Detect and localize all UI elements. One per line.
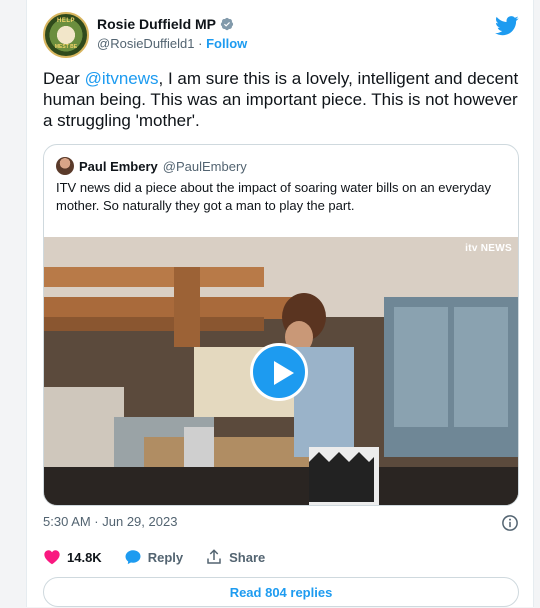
avatar-text-bottom: MEST BE [54, 44, 78, 50]
avatar-text-top: HELP [56, 18, 75, 24]
author-handle-row: @RosieDuffield1 · Follow [97, 36, 247, 51]
read-replies-button[interactable]: Read 804 replies [43, 577, 519, 607]
quoted-author-handle: @PaulEmbery [162, 158, 247, 174]
tweet-meta: 5:30 AM · Jun 29, 2023 [43, 514, 519, 532]
follow-button[interactable]: Follow [206, 36, 247, 51]
share-icon [207, 549, 221, 564]
itv-news-logo: itv NEWS [465, 243, 512, 254]
quoted-tweet[interactable]: Paul Embery @PaulEmbery ITV news did a p… [43, 144, 519, 506]
twitter-bird-icon[interactable] [495, 16, 519, 36]
author-avatar[interactable]: HELP MEST BE [43, 12, 89, 58]
author-handle[interactable]: @RosieDuffield1 [97, 36, 195, 51]
quoted-tweet-text: ITV news did a piece about the impact of… [56, 180, 492, 213]
verified-badge-icon [220, 17, 234, 31]
tweet-text: Dear @itvnews, I am sure this is a lovel… [43, 68, 519, 131]
reply-button[interactable]: Reply [124, 548, 183, 566]
like-count: 14.8K [67, 549, 102, 565]
author-name-row: Rosie Duffield MP [97, 16, 234, 32]
video-player[interactable]: itv NEWS [44, 237, 518, 505]
share-button[interactable]: Share [205, 548, 265, 566]
info-icon[interactable] [501, 514, 519, 532]
share-label: Share [229, 549, 266, 565]
heart-icon [44, 550, 60, 565]
handle-separator: · [198, 36, 203, 51]
tweet-timestamp[interactable]: 5:30 AM · Jun 29, 2023 [43, 514, 177, 529]
play-icon [274, 361, 294, 385]
tweet-text-start: Dear [43, 69, 85, 88]
tweet-card: HELP MEST BE Rosie Duffield MP @RosieDuf… [26, 0, 534, 607]
quoted-tweet-header: Paul Embery @PaulEmbery [56, 157, 247, 175]
quoted-author-avatar [56, 157, 74, 175]
reply-label: Reply [147, 549, 184, 565]
mention-link[interactable]: @itvnews [85, 69, 159, 88]
play-button[interactable] [250, 343, 308, 401]
author-display-name[interactable]: Rosie Duffield MP [97, 16, 216, 32]
like-button[interactable]: 14.8K [43, 548, 102, 566]
quoted-author-name: Paul Embery [79, 158, 158, 174]
reply-bubble-icon [125, 550, 141, 565]
tweet-actions: 14.8K Reply Share [43, 548, 265, 566]
tweet-header: HELP MEST BE Rosie Duffield MP @RosieDuf… [43, 10, 519, 60]
